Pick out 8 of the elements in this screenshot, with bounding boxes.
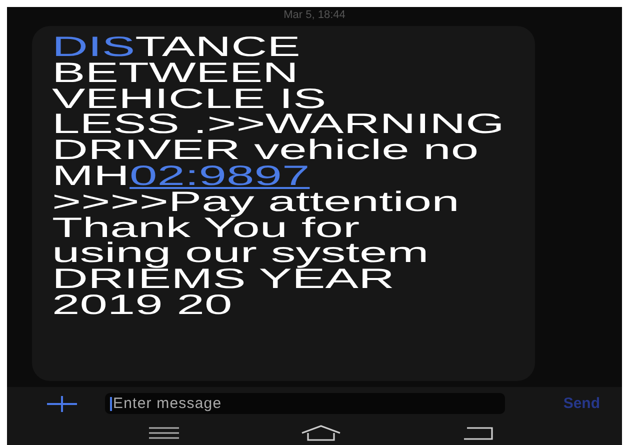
back-icon[interactable]: [463, 426, 493, 440]
menu-icon[interactable]: [149, 426, 179, 438]
home-icon[interactable]: [301, 424, 341, 440]
message-timestamp: Mar 5, 18:44: [284, 9, 346, 21]
message-input-field[interactable]: Enter message: [105, 393, 505, 414]
add-icon[interactable]: [47, 396, 77, 412]
phone-number-link[interactable]: 02:9897: [130, 160, 310, 191]
message-text: DISTANCE BETWEEN VEHICLE IS LESS .>>WARNING DRIVER vehicle no MH 02:9897 >>>>Pay attention Thank You for using our system DRIEMS YEAR 2019 20: [52, 34, 504, 318]
